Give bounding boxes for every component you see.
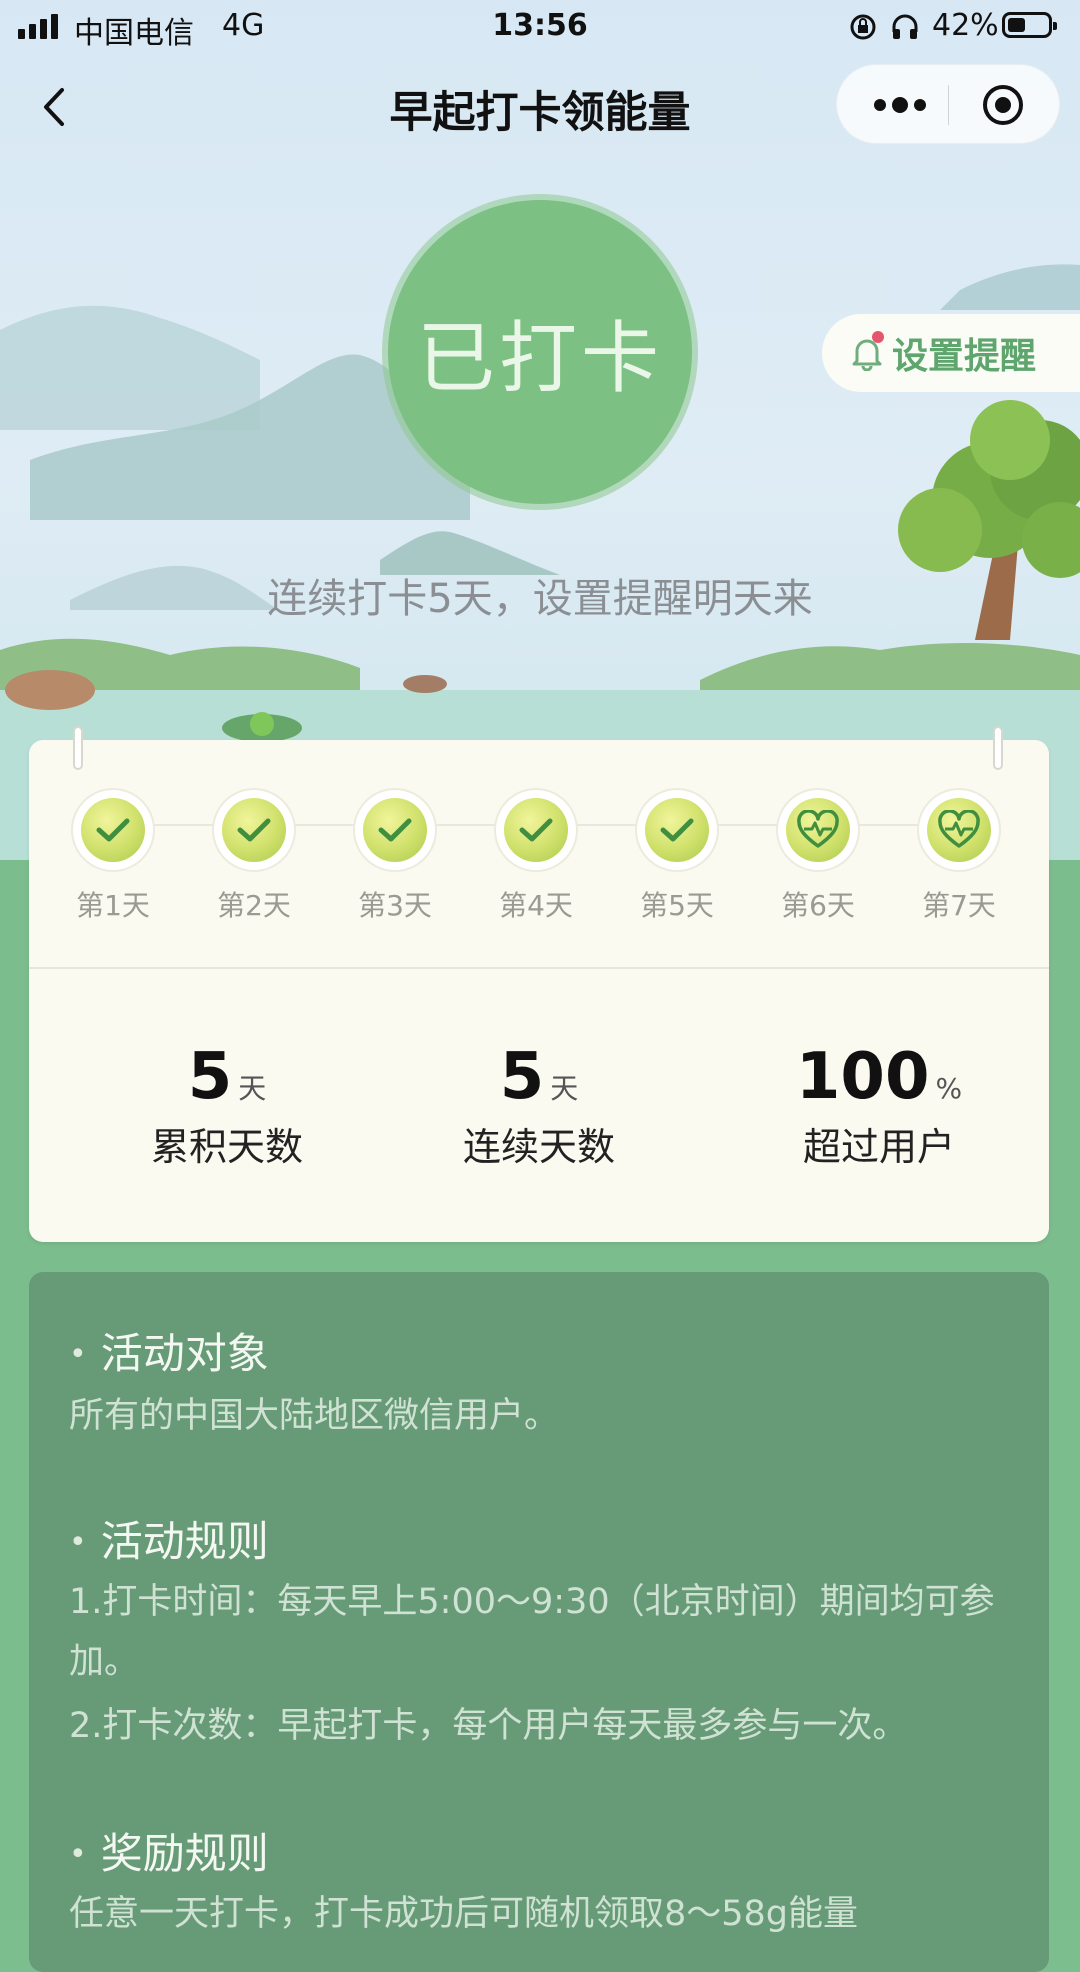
day-label: 第7天	[922, 889, 996, 922]
capsule-divider	[948, 85, 949, 125]
stat-value: 5	[499, 1040, 545, 1114]
upcoming-day-badge	[919, 790, 999, 870]
battery-icon	[1002, 12, 1057, 38]
streak-tip: 连续打卡5天，设置提醒明天来	[267, 576, 813, 622]
day-label: 第1天	[76, 889, 150, 922]
stat-unit: 天	[550, 1072, 579, 1105]
stat-unit: %	[935, 1072, 963, 1105]
stat-unit: 天	[238, 1072, 267, 1105]
day-4-item: 第4天	[481, 790, 591, 924]
checked-day-badge	[637, 790, 717, 870]
checked-day-badge	[73, 790, 153, 870]
headphones-icon	[892, 14, 918, 39]
day-1-item: 第1天	[58, 790, 168, 924]
miniprogram-capsule	[836, 64, 1060, 144]
week-progress-card: 第1天 第2天 第3天 第4天 第5天 第6天 第7天 5天 累积天数 5天 连续天数 10…	[29, 726, 1049, 1242]
checkin-button[interactable]: 已打卡	[388, 200, 692, 504]
reminder-label: 设置提醒	[892, 336, 1037, 377]
day-3-item: 第3天	[340, 790, 450, 924]
checkmark-icon	[222, 798, 286, 862]
stat-caption: 超过用户	[802, 1125, 955, 1169]
day-label: 第4天	[499, 889, 573, 922]
card-pin-left	[73, 726, 83, 770]
stat-streak-days: 5天 连续天数	[369, 1040, 709, 1171]
card-pin-right	[993, 726, 1003, 770]
close-miniprogram-button[interactable]	[981, 83, 1025, 127]
status-bar: 中国电信 4G 13:56 42%	[0, 0, 1080, 56]
day-7-item: 第7天	[904, 790, 1014, 924]
more-button[interactable]	[871, 93, 929, 117]
stat-caption: 累积天数	[150, 1125, 303, 1169]
stat-total-days: 5天 累积天数	[57, 1040, 397, 1171]
activity-rules-panel: 活动对象 所有的中国大陆地区微信用户。 活动规则 1.打卡时间：每天早上5:00…	[29, 1272, 1049, 1972]
card-divider	[29, 967, 1049, 969]
rules-text-target: 所有的中国大陆地区微信用户。	[69, 1396, 560, 1436]
day-label: 第6天	[781, 889, 855, 922]
rotation-lock-icon	[850, 14, 876, 40]
day-5-item: 第5天	[622, 790, 732, 924]
rules-text-rule-1: 1.打卡时间：每天早上5:00～9:30（北京时间）期间均可参加。	[69, 1582, 995, 1682]
checkmark-icon	[504, 798, 568, 862]
set-reminder-button[interactable]: 设置提醒	[822, 314, 1080, 392]
reminder-notification-dot	[872, 331, 884, 343]
stat-value: 5	[187, 1040, 233, 1114]
checked-day-badge	[214, 790, 294, 870]
checked-day-badge	[355, 790, 435, 870]
rules-text-reward: 任意一天打卡，打卡成功后可随机领取8～58g能量	[69, 1894, 859, 1934]
stat-value: 100	[795, 1040, 930, 1114]
checkmark-icon	[81, 798, 145, 862]
day-2-item: 第2天	[199, 790, 309, 924]
battery-percent: 42%	[932, 8, 999, 43]
stat-percentile: 100% 超过用户	[709, 1040, 1049, 1171]
heartbeat-icon	[786, 798, 850, 862]
checkmark-icon	[645, 798, 709, 862]
rules-heading-target: 活动对象	[69, 1320, 269, 1381]
upcoming-day-badge	[778, 790, 858, 870]
checked-day-badge	[496, 790, 576, 870]
rules-text-rule-2: 2.打卡次数：早起打卡，每个用户每天最多参与一次。	[69, 1706, 908, 1746]
day-6-item: 第6天	[763, 790, 873, 924]
stat-caption: 连续天数	[462, 1125, 615, 1169]
checkin-label: 已打卡	[416, 314, 663, 404]
rules-heading-rules: 活动规则	[69, 1508, 269, 1569]
rules-heading-reward: 奖励规则	[69, 1820, 269, 1881]
day-label: 第3天	[358, 889, 432, 922]
bell-icon	[850, 331, 884, 372]
checkmark-icon	[363, 798, 427, 862]
heartbeat-icon	[927, 798, 991, 862]
day-label: 第5天	[640, 889, 714, 922]
day-label: 第2天	[217, 889, 291, 922]
